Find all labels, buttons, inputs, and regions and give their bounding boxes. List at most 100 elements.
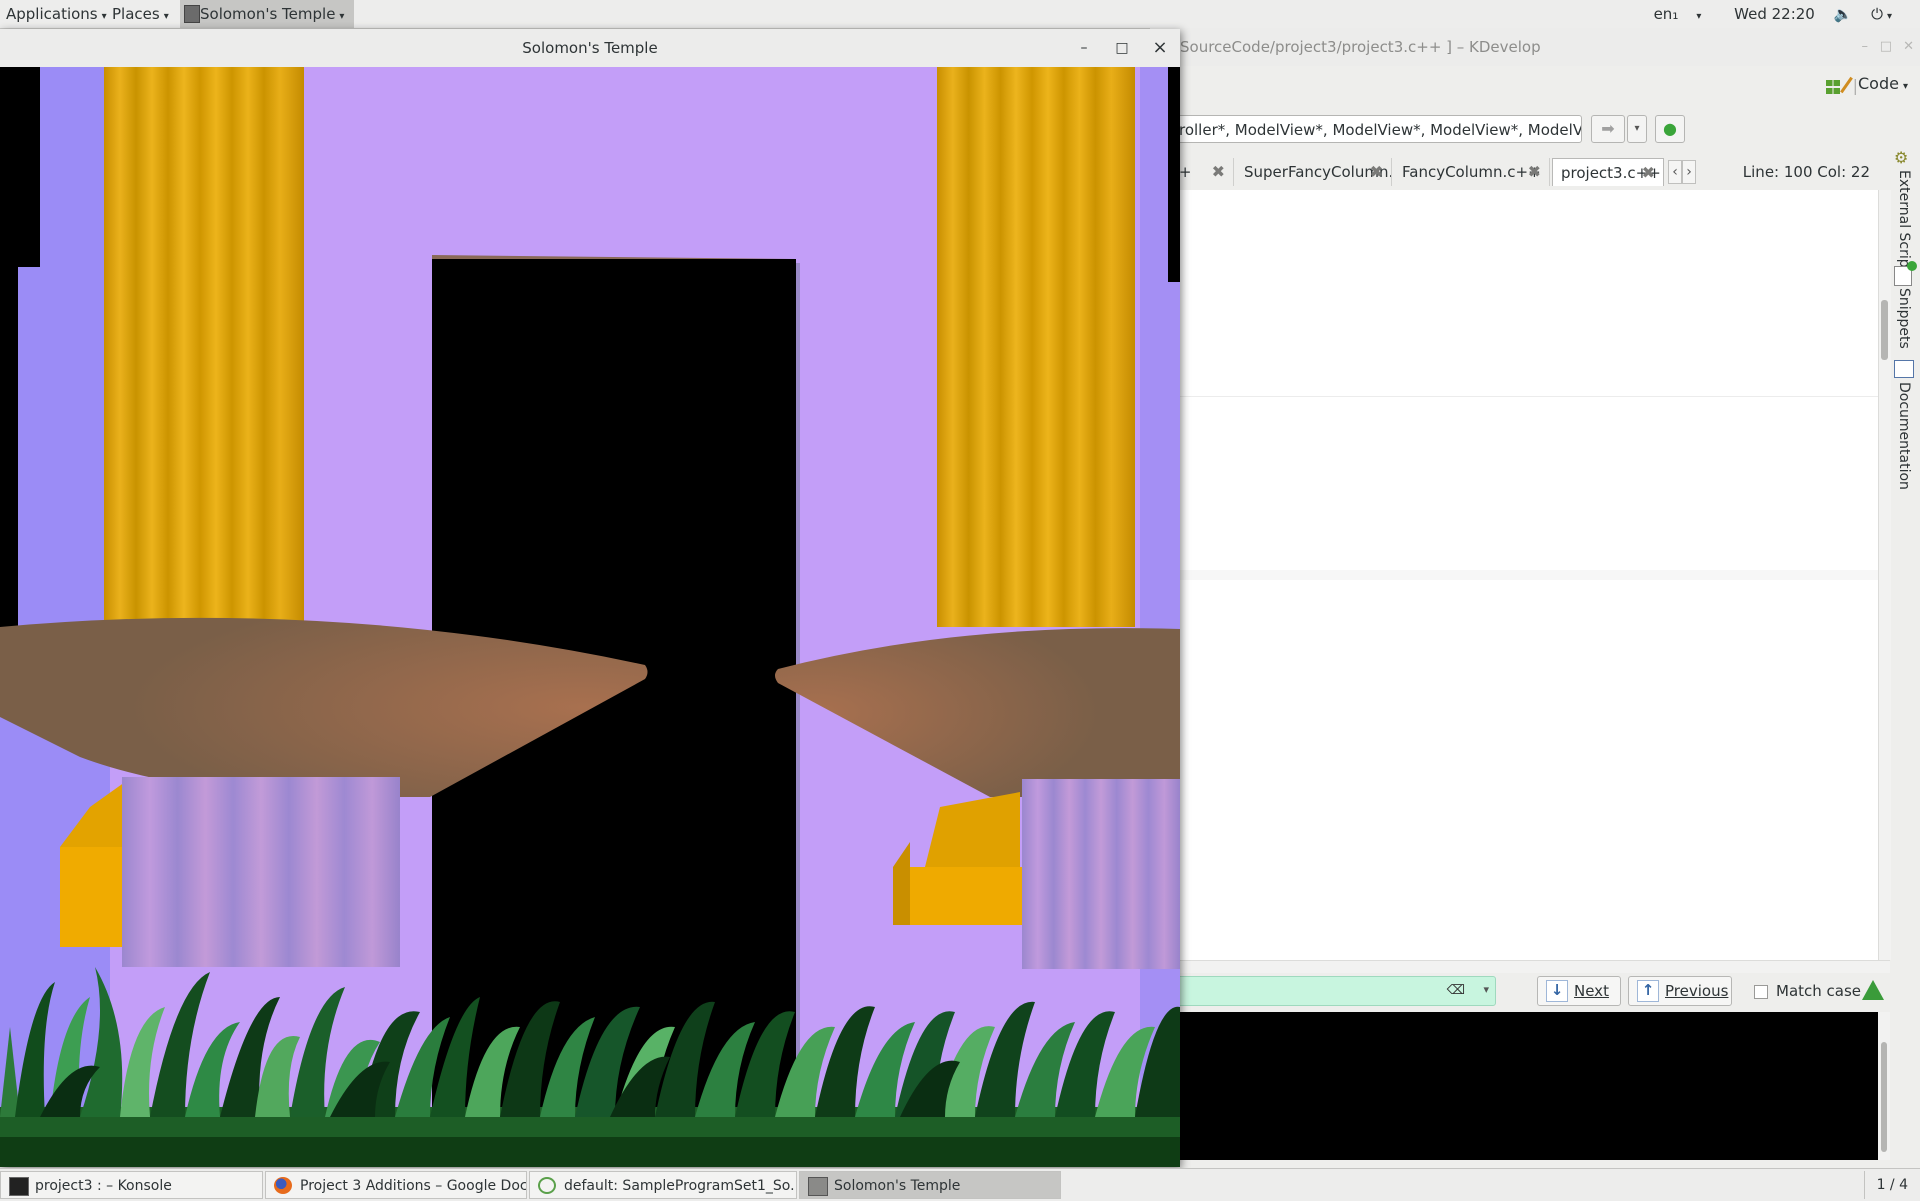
close-icon[interactable]: ✕ — [1903, 28, 1914, 66]
system-tray: en₁ ▾ Wed 22:20 🔈 ⏻ ▾ — [1654, 0, 1920, 28]
documentation-icon — [1894, 360, 1914, 378]
tab-scroll-right-icon[interactable]: › — [1682, 160, 1696, 184]
top-panel: Applications ▾ Places ▾ Solomon's Temple ▾ … — [0, 0, 1920, 29]
context-browser-bar: roller*, ModelView*, ModelView*, ModelVi… — [1150, 110, 1920, 148]
find-previous-button[interactable]: ↑ Previous — [1628, 976, 1732, 1006]
volume-icon[interactable]: 🔈 — [1834, 5, 1853, 23]
kdevelop-icon — [538, 1177, 556, 1194]
opengl-scene[interactable] — [0, 67, 1180, 1167]
solomons-temple-window: Solomon's Temple – □ × — [0, 29, 1180, 1167]
scrollbar-thumb[interactable] — [1881, 1042, 1887, 1152]
context-field[interactable]: roller*, ModelView*, ModelView*, ModelVi… — [1150, 115, 1582, 143]
places-menu[interactable]: Places ▾ — [112, 0, 169, 28]
left-column-shaft — [104, 67, 304, 627]
tab-project3[interactable]: project3.c++ ✖ — [1552, 158, 1664, 186]
keyboard-layout[interactable]: en₁ ▾ — [1654, 5, 1716, 23]
firefox-icon — [274, 1177, 292, 1194]
app-icon — [808, 1177, 828, 1196]
chevron-down-icon: ▾ — [1696, 11, 1702, 22]
arrow-down-icon: ↓ — [1546, 980, 1568, 1002]
find-previous-label: Previous — [1665, 982, 1729, 1000]
power-icon[interactable]: ⏻ ▾ — [1871, 5, 1906, 23]
window-list: project3 : – Konsole Project 3 Additions… — [0, 1168, 1920, 1201]
chevron-down-icon: ▾ — [101, 11, 107, 22]
tab-label: FancyColumn.c++ — [1402, 163, 1541, 181]
maximize-icon[interactable]: □ — [1880, 28, 1892, 66]
find-bar: ⌫ ▾ ↓ Next ↑ Previous Match case — [1150, 972, 1920, 1012]
workspace-indicator[interactable]: 1 / 4 — [1863, 1171, 1908, 1199]
task-label: default: SampleProgramSet1_So... — [564, 1178, 797, 1194]
terminal-icon — [9, 1177, 29, 1196]
clock[interactable]: Wed 22:20 — [1734, 5, 1815, 23]
keyboard-layout-label: en₁ — [1653, 5, 1679, 23]
kdevelop-window: SourceCode/project3/project3.c++ ] – KDe… — [1150, 28, 1920, 1170]
close-button[interactable]: × — [1142, 29, 1178, 67]
konsole-panel[interactable] — [1150, 1012, 1878, 1160]
find-input[interactable]: ⌫ ▾ — [1150, 976, 1496, 1006]
ground-shadow — [0, 1137, 1180, 1167]
code-editor[interactable] — [1150, 190, 1878, 960]
snippets-tool[interactable]: Snippets — [1896, 288, 1912, 349]
task-firefox[interactable]: Project 3 Additions – Google Doc... — [265, 1171, 527, 1199]
active-app-menu[interactable]: Solomon's Temple ▾ — [180, 0, 355, 28]
gl-window-title: Solomon's Temple — [522, 39, 658, 57]
konsole-scrollbar[interactable] — [1878, 1012, 1890, 1160]
close-tab-icon[interactable]: ✖ — [1212, 158, 1225, 186]
minimize-icon[interactable]: – — [1862, 28, 1869, 66]
checkbox[interactable] — [1754, 984, 1768, 999]
maximize-button[interactable]: □ — [1104, 29, 1140, 67]
right-plinth-block — [893, 867, 1030, 925]
close-tab-icon[interactable]: ✖ — [1370, 158, 1383, 186]
applications-menu[interactable]: Applications ▾ — [6, 0, 107, 28]
active-app-label: Solomon's Temple — [200, 5, 336, 23]
places-label: Places — [112, 5, 160, 23]
chevron-down-icon[interactable]: ▾ — [1483, 983, 1489, 996]
chevron-down-icon[interactable]: ▾ — [1627, 115, 1647, 143]
chevron-down-icon: ▾ — [163, 11, 169, 22]
tab-superfancycolumn[interactable]: SuperFancyColumn.c++✖ — [1236, 158, 1392, 186]
scrollbar-thumb[interactable] — [1881, 300, 1888, 360]
door-jamb — [796, 263, 800, 1133]
chevron-down-icon: ▾ — [339, 11, 345, 22]
chevron-down-icon: ▾ — [1902, 81, 1908, 92]
task-label: Project 3 Additions – Google Doc... — [300, 1178, 527, 1194]
left-column-base — [122, 777, 400, 967]
match-case-label: Match case — [1776, 982, 1862, 1000]
editor-current-line — [1150, 570, 1878, 580]
lightbulb-icon[interactable]: ● — [1655, 115, 1685, 143]
scripts-icon: ⚙ — [1894, 148, 1909, 167]
gl-window-titlebar[interactable]: Solomon's Temple – □ × — [0, 29, 1180, 68]
match-case-checkbox[interactable]: Match case — [1754, 976, 1861, 1006]
left-plinth-block — [60, 847, 130, 947]
right-column-shaft — [937, 67, 1135, 627]
tab-scroll-left-icon[interactable]: ‹ — [1668, 160, 1682, 184]
code-area-button[interactable]: Code ▾ — [1840, 74, 1908, 94]
minimize-button[interactable]: – — [1066, 29, 1102, 67]
task-label: project3 : – Konsole — [35, 1178, 172, 1194]
documentation-tool[interactable]: Documentation — [1896, 382, 1912, 490]
task-solomons-temple[interactable]: Solomon's Temple — [799, 1171, 1061, 1199]
applications-label: Applications — [6, 5, 98, 23]
kdevelop-toolbar: | Code ▾ — [1150, 66, 1920, 110]
editor-tabbar: c++✖ SuperFancyColumn.c++✖ FancyColumn.c… — [1150, 148, 1920, 190]
right-column-base — [1022, 779, 1180, 969]
clear-icon[interactable]: ⌫ — [1447, 983, 1465, 998]
kdevelop-titlebar[interactable]: SourceCode/project3/project3.c++ ] – KDe… — [1150, 28, 1920, 66]
close-tab-icon[interactable]: ✖ — [1642, 159, 1655, 186]
kdevelop-title: SourceCode/project3/project3.c++ ] – KDe… — [1180, 38, 1541, 56]
editor-line-marker — [1150, 396, 1878, 397]
grid-icon[interactable] — [1826, 80, 1840, 94]
pencil-icon — [1840, 76, 1853, 93]
close-find-icon[interactable] — [1862, 980, 1884, 1000]
right-edge-dark — [1168, 67, 1180, 282]
code-button-label: Code — [1858, 74, 1899, 93]
app-icon — [184, 5, 200, 23]
task-kdevelop[interactable]: default: SampleProgramSet1_So... — [529, 1171, 797, 1199]
close-tab-icon[interactable]: ✖ — [1528, 158, 1541, 186]
tab-fancycolumn[interactable]: FancyColumn.c++ ✖ — [1394, 158, 1550, 186]
task-konsole[interactable]: project3 : – Konsole — [0, 1171, 263, 1199]
find-next-label: Next — [1574, 982, 1609, 1000]
arrow-up-icon: ↑ — [1637, 980, 1659, 1002]
find-next-button[interactable]: ↓ Next — [1537, 976, 1621, 1006]
arrow-right-icon[interactable]: ➡ — [1591, 115, 1625, 143]
